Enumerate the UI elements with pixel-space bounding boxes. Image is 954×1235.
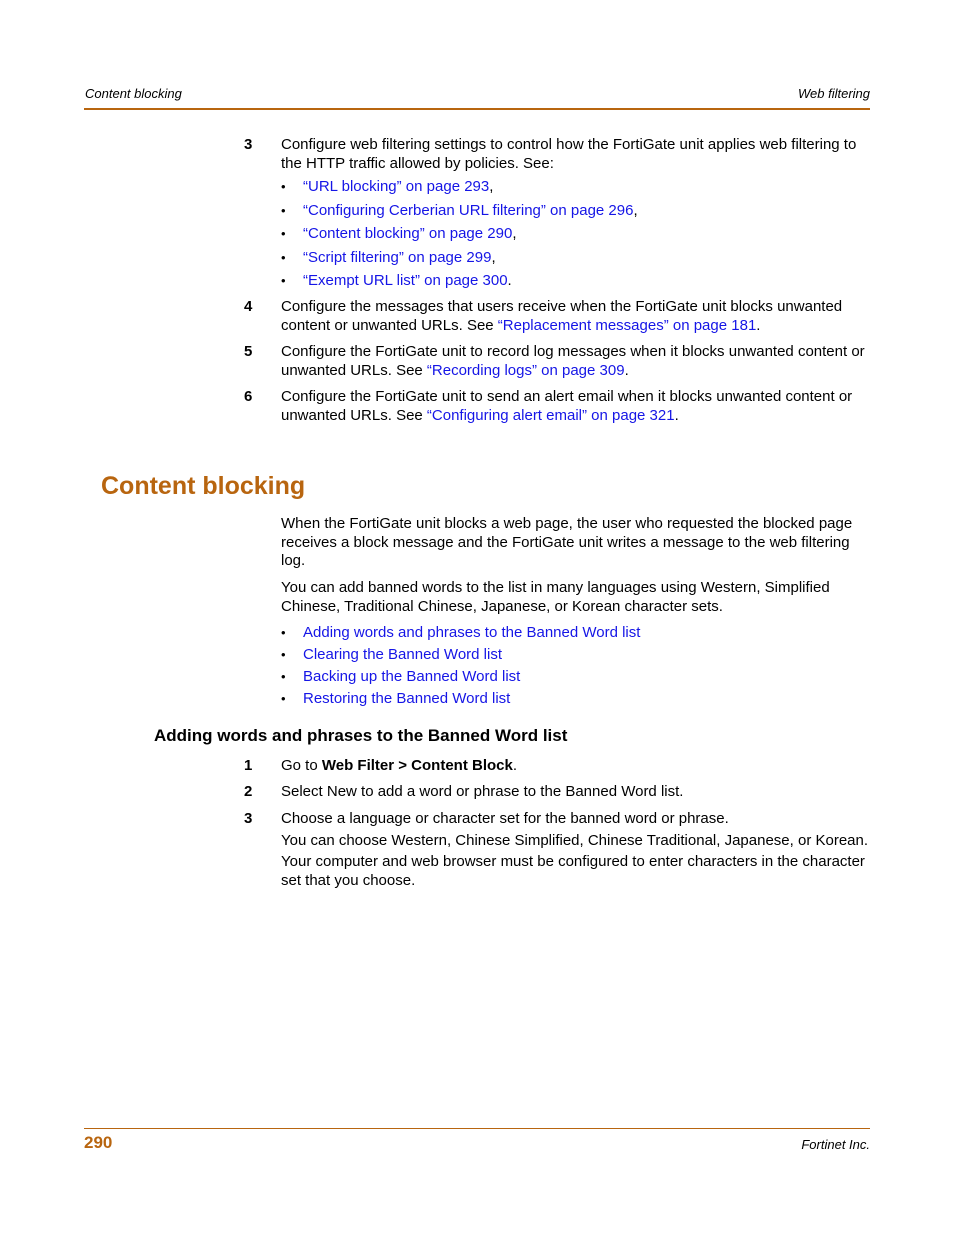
step-note: You can choose Western, Chinese Simplifi… bbox=[281, 831, 869, 849]
step-number: 2 bbox=[244, 783, 253, 800]
procedure-step-3: 3 Choose a language or character set for… bbox=[244, 810, 870, 890]
step-number: 5 bbox=[244, 343, 253, 360]
link-configuring-alert-email[interactable]: “Configuring alert email” on page 321 bbox=[427, 407, 675, 424]
header-rule bbox=[84, 108, 870, 110]
list-item: Adding words and phrases to the Banned W… bbox=[281, 624, 873, 646]
cross-reference-list: “URL blocking” on page 293, “Configuring… bbox=[281, 178, 870, 296]
link-adding-words[interactable]: Adding words and phrases to the Banned W… bbox=[303, 624, 640, 641]
list-item: “Configuring Cerberian URL filtering” on… bbox=[281, 202, 870, 226]
step-note: Your computer and web browser must be co… bbox=[281, 853, 865, 889]
step-text: Configure web filtering settings to cont… bbox=[281, 136, 857, 172]
step-number: 3 bbox=[244, 810, 253, 827]
list-item: “Exempt URL list” on page 300. bbox=[281, 272, 870, 296]
list-item: “Content blocking” on page 290, bbox=[281, 225, 870, 249]
running-header-chapter: Content blocking bbox=[85, 86, 182, 101]
list-item: Restoring the Banned Word list bbox=[281, 690, 873, 712]
link-content-blocking[interactable]: “Content blocking” on page 290 bbox=[303, 225, 512, 242]
list-item: Clearing the Banned Word list bbox=[281, 646, 873, 668]
list-item: Backing up the Banned Word list bbox=[281, 668, 873, 690]
section-paragraph-1: When the FortiGate unit blocks a web pag… bbox=[281, 515, 853, 569]
step-text: Select New to add a word or phrase to th… bbox=[281, 783, 684, 800]
list-item: “Script filtering” on page 299, bbox=[281, 249, 870, 273]
intro-step-4: 4 Configure the messages that users rece… bbox=[244, 298, 843, 334]
intro-step-5: 5 Configure the FortiGate unit to record… bbox=[244, 343, 865, 379]
procedure-step-2: 2 Select New to add a word or phrase to … bbox=[244, 783, 870, 802]
link-url-blocking[interactable]: “URL blocking” on page 293 bbox=[303, 178, 489, 195]
step-text: Choose a language or character set for t… bbox=[281, 810, 729, 827]
step-number: 4 bbox=[244, 298, 253, 315]
intro-step-6: 6 Configure the FortiGate unit to send a… bbox=[244, 388, 853, 424]
link-recording-logs[interactable]: “Recording logs” on page 309 bbox=[427, 362, 625, 379]
section-paragraph-2: You can add banned words to the list in … bbox=[281, 579, 830, 615]
subsection-heading: Adding words and phrases to the Banned W… bbox=[154, 726, 568, 745]
link-script-filtering[interactable]: “Script filtering” on page 299 bbox=[303, 249, 491, 266]
footer-company: Fortinet Inc. bbox=[801, 1137, 870, 1152]
link-replacement-messages[interactable]: “Replacement messages” on page 181 bbox=[498, 317, 757, 334]
section-heading: Content blocking bbox=[101, 472, 306, 500]
menu-path: Web Filter > Content Block bbox=[321, 757, 513, 774]
step-number: 6 bbox=[244, 388, 253, 405]
link-restoring-list[interactable]: Restoring the Banned Word list bbox=[303, 690, 510, 707]
step-number: 3 bbox=[244, 136, 253, 153]
page-number: 290 bbox=[84, 1133, 113, 1152]
link-backing-up-list[interactable]: Backing up the Banned Word list bbox=[303, 668, 520, 685]
procedure-step-1: 1 Go to Web Filter > Content Block. bbox=[244, 757, 518, 774]
link-exempt-url-list[interactable]: “Exempt URL list” on page 300 bbox=[303, 272, 508, 289]
link-clearing-list[interactable]: Clearing the Banned Word list bbox=[303, 646, 502, 663]
section-link-list: Adding words and phrases to the Banned W… bbox=[281, 624, 873, 712]
step-number: 1 bbox=[244, 757, 253, 774]
footer-rule bbox=[84, 1128, 870, 1129]
intro-step-3: 3 Configure web filtering settings to co… bbox=[244, 136, 870, 296]
running-header-section: Web filtering bbox=[797, 86, 870, 101]
link-cerberian-url-filtering[interactable]: “Configuring Cerberian URL filtering” on… bbox=[303, 202, 633, 219]
list-item: “URL blocking” on page 293, bbox=[281, 178, 870, 202]
